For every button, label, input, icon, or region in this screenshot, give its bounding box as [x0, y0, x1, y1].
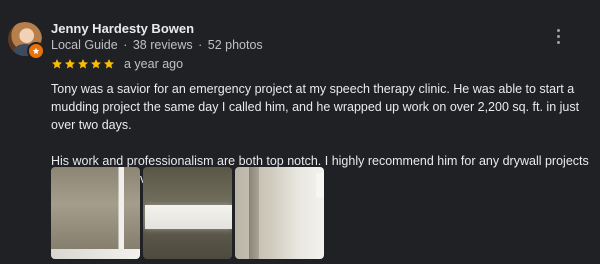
local-guide-badge-icon — [27, 42, 45, 60]
author-name[interactable]: Jenny Hardesty Bowen — [51, 21, 194, 36]
star-icon — [91, 59, 101, 69]
star-icon — [78, 59, 88, 69]
rating-row: a year ago — [51, 56, 183, 72]
reviews-count: 38 reviews — [132, 38, 193, 52]
meta-separator: · — [123, 38, 128, 52]
star-icon — [65, 59, 75, 69]
star-icon — [104, 59, 114, 69]
review-photo[interactable] — [143, 167, 232, 259]
local-guide-label: Local Guide — [51, 38, 118, 52]
meta-separator: · — [198, 38, 203, 52]
review-card: Jenny Hardesty Bowen Local Guide · 38 re… — [0, 0, 600, 264]
star-icon — [52, 59, 62, 69]
author-avatar[interactable] — [8, 22, 45, 60]
review-paragraph: Tony was a savior for an emergency proje… — [51, 82, 580, 132]
photos-count: 52 photos — [207, 38, 263, 52]
review-photo[interactable] — [51, 167, 140, 259]
review-time: a year ago — [124, 57, 184, 71]
more-vert-icon[interactable] — [550, 26, 566, 46]
author-meta: Local Guide · 38 reviews · 52 photos — [51, 38, 263, 52]
star-rating — [51, 58, 115, 70]
review-photo[interactable] — [235, 167, 324, 259]
